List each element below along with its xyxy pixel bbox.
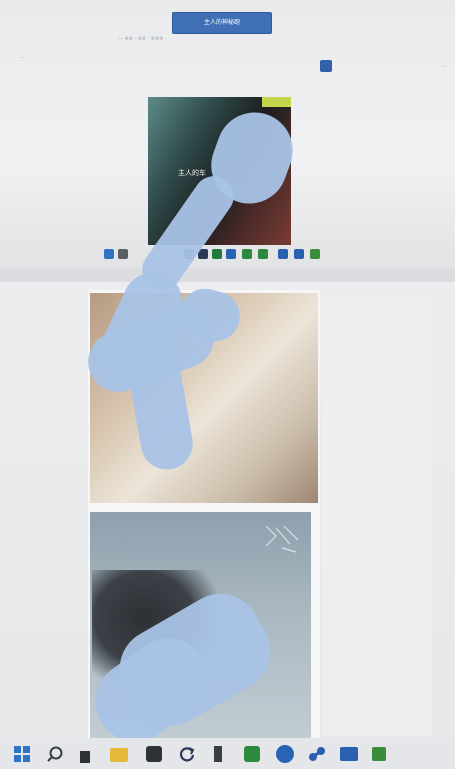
app-icon[interactable] <box>310 249 320 259</box>
file-icon[interactable] <box>80 751 90 763</box>
page-subtitle: — ※※ · ※※ · ※※※ · <box>118 36 167 42</box>
mail-icon[interactable] <box>340 747 358 761</box>
windows-start-icon[interactable] <box>104 249 114 259</box>
blue-chip-icon[interactable] <box>320 60 332 72</box>
refresh-icon[interactable] <box>178 745 196 763</box>
search-icon[interactable] <box>118 249 128 259</box>
photo-accent-strip <box>262 97 291 107</box>
app-icon[interactable] <box>146 746 162 762</box>
right-panel <box>322 296 432 736</box>
page-title-banner[interactable]: 主人的神秘跑 <box>172 12 272 34</box>
app-icon[interactable] <box>212 249 222 259</box>
folder-icon[interactable] <box>110 748 128 762</box>
meta-left: ··· <box>20 55 25 61</box>
window-top-bar <box>0 268 455 282</box>
link-icon[interactable] <box>308 745 326 763</box>
mail-icon[interactable] <box>294 249 304 259</box>
meta-right: ··· <box>442 64 447 70</box>
app-icon[interactable] <box>258 249 268 259</box>
app-icon[interactable] <box>244 746 260 762</box>
search-icon[interactable] <box>46 745 64 763</box>
windows-start-icon[interactable] <box>14 746 30 762</box>
app-icon[interactable] <box>214 746 222 762</box>
taskbar <box>0 738 455 769</box>
app-icon[interactable] <box>372 747 386 761</box>
top-taskbar <box>96 249 356 263</box>
watermark-icon <box>265 525 299 553</box>
app-icon[interactable] <box>242 249 252 259</box>
browser-icon[interactable] <box>276 745 294 763</box>
link-icon[interactable] <box>278 249 288 259</box>
browser-icon[interactable] <box>226 249 236 259</box>
